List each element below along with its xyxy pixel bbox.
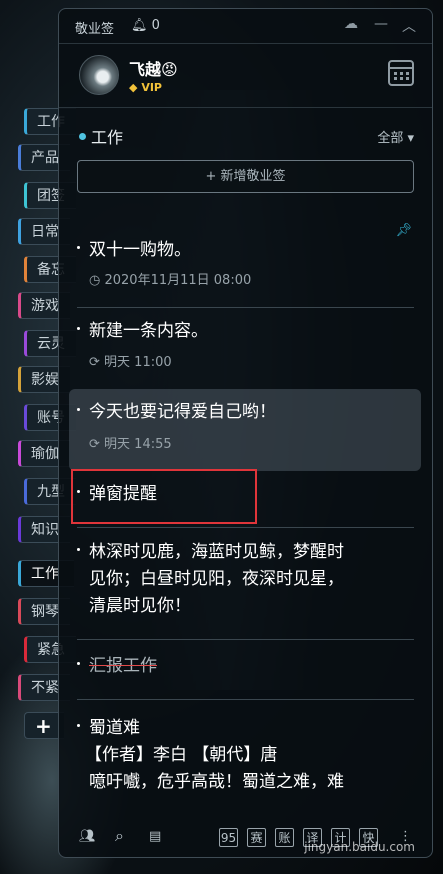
note-meta: ⟳ 明天 11:00 bbox=[89, 355, 172, 370]
notes-icon[interactable]: ▤ bbox=[149, 829, 161, 844]
watermark: jingyan.baidu.com bbox=[304, 840, 415, 854]
pin-icon[interactable]: 📌︎ bbox=[395, 223, 412, 238]
titlebar: 敬业签 🔔︎ 0 ☁ — ︿ bbox=[59, 9, 432, 44]
list-item[interactable]: 新建一条内容。 ⟳ 明天 11:00 bbox=[77, 318, 417, 378]
divider bbox=[77, 307, 414, 308]
note-text: 今天也要记得爱自己哟！ bbox=[89, 402, 276, 422]
avatar[interactable] bbox=[79, 55, 119, 95]
diamond-icon: ◆ bbox=[129, 81, 138, 94]
list-item[interactable]: 弹窗提醒 bbox=[77, 481, 417, 511]
tool-button[interactable]: 赛 bbox=[247, 828, 266, 847]
tool-button[interactable]: 账 bbox=[275, 828, 294, 847]
cloud-sync-icon[interactable]: ☁ bbox=[344, 16, 358, 32]
bullet bbox=[77, 408, 80, 411]
list-item[interactable]: 蜀道难 【作者】李白 【朝代】唐 噫吁嚱，危乎高哉！蜀道之难，难 bbox=[77, 715, 417, 815]
category-dot bbox=[79, 133, 86, 140]
list-item[interactable]: 双十一购物。 ◷ 2020年11月11日 08:00 bbox=[77, 237, 417, 297]
add-note-button[interactable]: + 新增敬业签 bbox=[77, 160, 414, 193]
calendar-icon[interactable] bbox=[388, 60, 414, 86]
note-text-line: 清晨时见你！ bbox=[89, 596, 191, 616]
clock-icon: ◷ bbox=[89, 273, 101, 288]
tool-button[interactable]: 95 bbox=[219, 828, 238, 847]
repeat-icon: ⟳ bbox=[89, 437, 100, 452]
bullet bbox=[77, 724, 80, 727]
divider bbox=[77, 699, 414, 700]
divider bbox=[77, 639, 414, 640]
note-text-line: 噫吁嚱，危乎高哉！蜀道之难，难 bbox=[89, 772, 344, 792]
bullet bbox=[77, 490, 80, 493]
filter-dropdown[interactable]: 全部 ▾ bbox=[377, 127, 414, 146]
note-text: 汇报工作 bbox=[89, 656, 157, 676]
note-text-line: 见你；白昼时见阳，夜深时见星， bbox=[89, 569, 344, 589]
note-meta: ◷ 2020年11月11日 08:00 bbox=[89, 273, 252, 288]
contacts-icon[interactable]: 👥︎ bbox=[79, 829, 96, 844]
note-meta: ⟳ 明天 14:55 bbox=[89, 437, 172, 452]
list-item[interactable]: 今天也要记得爱自己哟！ ⟳ 明天 14:55 bbox=[77, 399, 417, 459]
note-text-line: 【作者】李白 【朝代】唐 bbox=[85, 745, 278, 765]
note-text-line: 蜀道难 bbox=[89, 718, 140, 738]
username: 飞越😡 bbox=[129, 60, 178, 79]
bullet bbox=[77, 548, 80, 551]
note-text: 新建一条内容。 bbox=[89, 321, 208, 341]
app-name: 敬业签 bbox=[75, 22, 115, 37]
main-panel: 敬业签 🔔︎ 0 ☁ — ︿ 飞越😡 ◆ VIP 工作 全部 ▾ + 新增敬业签… bbox=[58, 8, 433, 858]
note-text-line: 林深时见鹿，海蓝时见鲸，梦醒时 bbox=[89, 542, 344, 562]
collapse-up-icon[interactable]: ︿ bbox=[402, 16, 416, 36]
list-item[interactable]: 汇报工作 bbox=[77, 653, 417, 683]
bullet bbox=[77, 327, 80, 330]
note-text: 双十一购物。 bbox=[89, 240, 191, 260]
note-text: 弹窗提醒 bbox=[89, 484, 157, 504]
divider bbox=[77, 527, 414, 528]
list-item[interactable]: 林深时见鹿，海蓝时见鲸，梦醒时 见你；白昼时见阳，夜深时见星， 清晨时见你！ bbox=[77, 539, 417, 629]
search-icon[interactable]: ⌕ bbox=[115, 826, 124, 846]
bullet bbox=[77, 662, 80, 665]
notification-count: 0 bbox=[151, 18, 160, 33]
header-divider bbox=[59, 107, 432, 108]
bell-icon: 🔔︎ bbox=[131, 18, 148, 33]
vip-badge: ◆ VIP bbox=[129, 81, 162, 94]
minus-icon[interactable]: — bbox=[374, 16, 388, 32]
category-title: 工作 bbox=[91, 128, 124, 147]
repeat-icon: ⟳ bbox=[89, 355, 100, 370]
bullet bbox=[77, 246, 80, 249]
notification-button[interactable]: 🔔︎ 0 bbox=[131, 18, 160, 33]
